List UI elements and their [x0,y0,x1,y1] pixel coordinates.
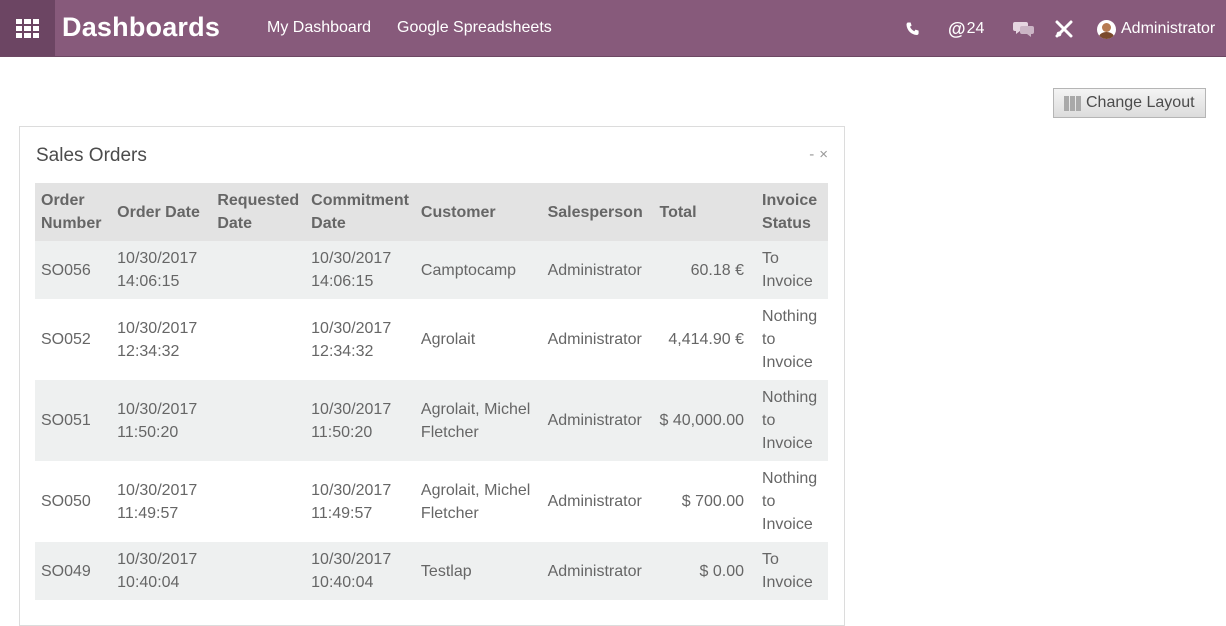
close-icon[interactable]: × [819,146,828,163]
nav-google-spreadsheets[interactable]: Google Spreadsheets [397,19,552,37]
table-row[interactable]: SO056 10/30/2017 14:06:15 10/30/2017 14:… [35,241,828,299]
cell-commitment-date: 10/30/2017 14:06:15 [311,250,392,290]
header-invoice-status[interactable]: Invoice Status [756,183,828,241]
cell-customer: Agrolait [420,331,476,348]
app-title: Dashboards [62,12,221,42]
change-layout-button[interactable]: Change Layout [1053,88,1206,118]
cell-order-date: 10/30/2017 11:49:57 [117,481,198,522]
cell-total: 4,414.90 € [668,331,745,348]
cell-invoice-status: Nothing to Invoice [762,389,818,452]
cell-total: $ 40,000.00 [659,412,745,429]
cell-salesperson: Administrator [547,412,642,429]
chat-icon[interactable] [1013,18,1035,40]
cell-requested-date [211,299,305,380]
cell-order-date: 10/30/2017 10:40:04 [117,551,198,591]
top-navbar: Dashboards My Dashboard Google Spreadshe… [0,0,1226,57]
cell-total: 60.18 € [690,261,745,279]
apps-menu-button[interactable] [0,0,55,56]
cell-order-number: SO050 [41,493,91,510]
user-avatar-icon [1097,19,1116,39]
header-salesperson[interactable]: Salesperson [542,183,654,241]
header-order-date[interactable]: Order Date [111,183,211,241]
cell-salesperson: Administrator [547,562,642,580]
minimize-button[interactable]: - [809,146,814,163]
cell-commitment-date: 10/30/2017 12:34:32 [311,319,392,360]
cell-order-date: 10/30/2017 14:06:15 [117,250,198,290]
header-requested-date[interactable]: Requested Date [211,183,305,241]
cell-salesperson: Administrator [547,493,642,510]
cell-total: $ 700.00 [681,493,745,510]
sales-orders-panel: Sales Orders - × Order Number Order Date… [19,126,845,626]
phone-icon[interactable] [905,18,921,40]
user-name: Administrator [1121,20,1216,37]
cell-order-number: SO052 [41,331,91,348]
tools-icon[interactable] [1055,18,1073,40]
cell-invoice-status: To Invoice [762,551,813,591]
cell-commitment-date: 10/30/2017 10:40:04 [311,551,392,591]
cell-order-number: SO056 [41,261,91,279]
header-order-number[interactable]: Order Number [35,183,111,241]
sales-orders-table: Order Number Order Date Requested Date C… [35,183,828,600]
cell-invoice-status: Nothing to Invoice [762,308,818,371]
cell-invoice-status: To Invoice [762,250,813,290]
header-total[interactable]: Total [653,183,756,241]
table-row[interactable]: SO050 10/30/2017 11:49:57 10/30/2017 11:… [35,461,828,542]
cell-requested-date [211,241,305,299]
mentions-count: 24 [966,20,985,37]
cell-salesperson: Administrator [547,261,642,279]
cell-invoice-status: Nothing to Invoice [762,470,818,533]
cell-order-date: 10/30/2017 11:50:20 [117,400,198,441]
cell-order-number: SO049 [41,562,91,580]
panel-actions: - × [809,146,828,163]
table-row[interactable]: SO051 10/30/2017 11:50:20 10/30/2017 11:… [35,380,828,461]
cell-customer: Agrolait, Michel Fletcher [420,400,531,441]
table-row[interactable]: SO052 10/30/2017 12:34:32 10/30/2017 12:… [35,299,828,380]
cell-order-date: 10/30/2017 12:34:32 [117,319,198,360]
header-commitment-date[interactable]: Commitment Date [305,183,415,241]
cell-requested-date [211,542,305,600]
cell-requested-date [211,461,305,542]
panel-title: Sales Orders [36,145,147,166]
header-customer[interactable]: Customer [415,183,542,241]
cell-commitment-date: 10/30/2017 11:50:20 [311,400,392,441]
user-menu[interactable]: Administrator [1097,18,1215,40]
cell-customer: Testlap [420,562,472,580]
cell-customer: Camptocamp [420,261,517,279]
columns-layout-icon [1064,95,1081,111]
table-row[interactable]: SO049 10/30/2017 10:40:04 10/30/2017 10:… [35,542,828,600]
cell-commitment-date: 10/30/2017 11:49:57 [311,481,392,522]
change-layout-label: Change Layout [1086,94,1195,111]
cell-total: $ 0.00 [699,562,745,580]
cell-customer: Agrolait, Michel Fletcher [420,481,531,522]
nav-my-dashboard[interactable]: My Dashboard [267,19,371,37]
cell-requested-date [211,380,305,461]
cell-salesperson: Administrator [547,331,642,348]
table-header-row: Order Number Order Date Requested Date C… [35,183,828,241]
mentions-button[interactable]: @24 [948,18,984,40]
cell-order-number: SO051 [41,412,91,429]
at-sign-icon: @ [948,18,966,39]
apps-grid-icon [16,18,39,38]
